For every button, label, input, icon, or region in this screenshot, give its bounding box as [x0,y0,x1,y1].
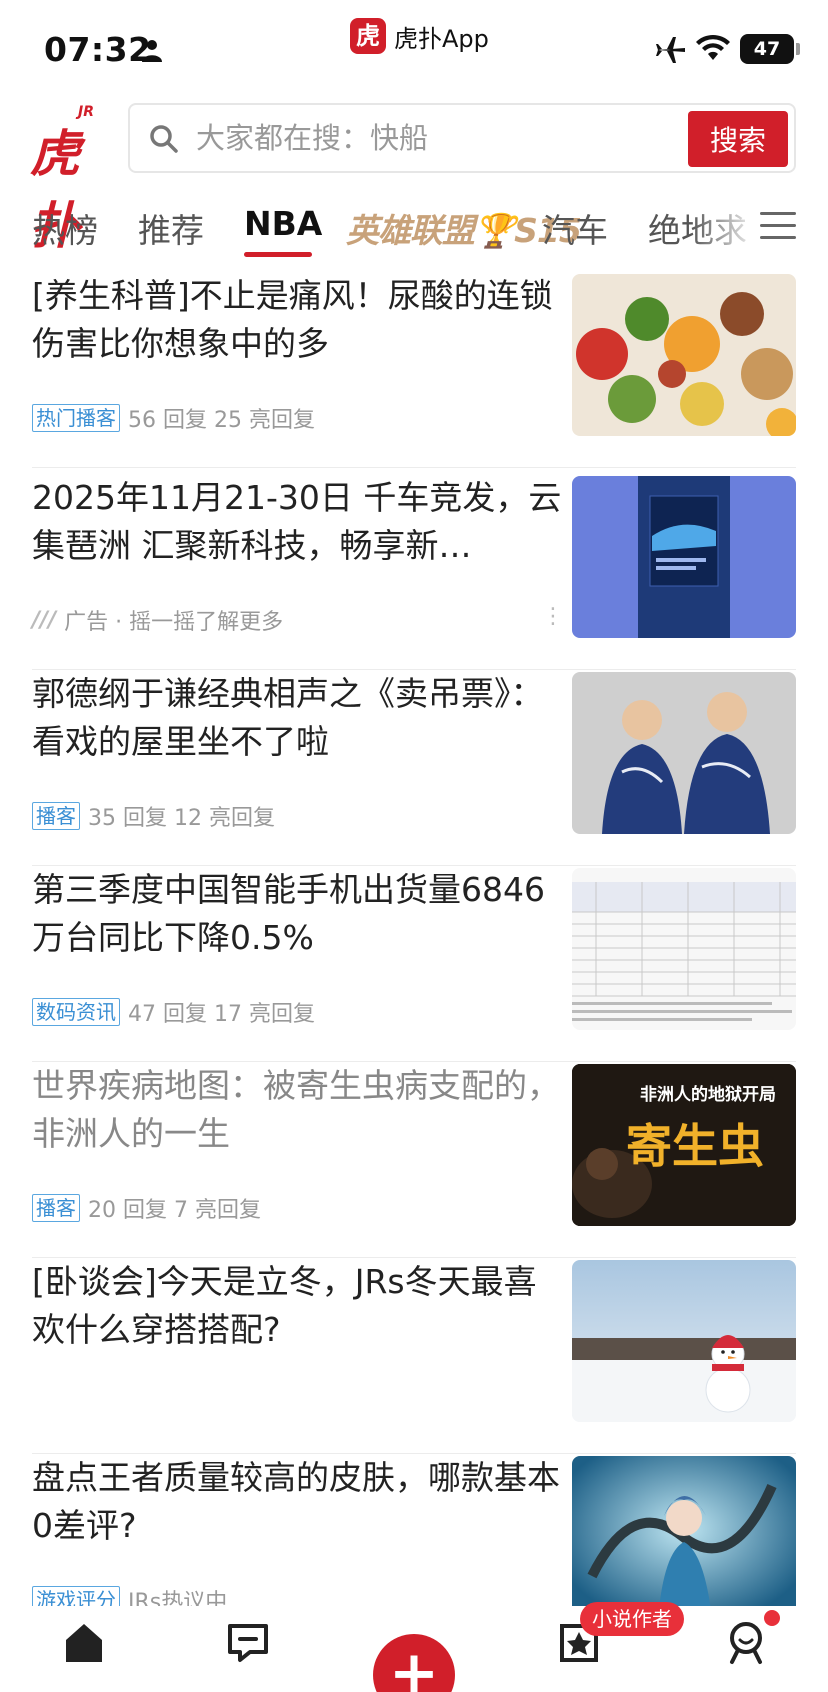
hupu-logo[interactable]: 虎扑 JR [30,104,106,255]
item-thumbnail [572,868,796,1030]
tab-fade [690,196,760,266]
tab-recommend[interactable]: 推荐 [138,204,204,252]
reply-count: 35 回复 [88,806,167,831]
novel-author-badge[interactable]: 小说作者 [580,1602,684,1636]
feed-item[interactable]: [养生科普]不止是痛风！尿酸的连锁伤害比你想象中的多 热门播客 56 回复 25… [32,272,796,468]
item-meta: 数码资讯 47 回复 17 亮回复 [32,996,315,1028]
food-image [572,274,796,436]
notification-dot [764,1610,780,1626]
item-thumbnail [572,1456,796,1618]
item-meta: 播客 35 回复 12 亮回复 [32,800,275,832]
item-title: 第三季度中国智能手机出货量6846万台同比下降0.5% [32,870,545,957]
tab-nba[interactable]: NBA [244,204,322,243]
item-title: [养生科普]不止是痛风！尿酸的连锁伤害比你想象中的多 [32,276,553,363]
item-meta: 热门播客 56 回复 25 亮回复 [32,402,315,434]
post-button[interactable]: + [373,1634,455,1692]
status-time: 07:32 [44,30,152,69]
bright-reply-count: 17 亮回复 [214,1002,315,1027]
item-tag: 热门播客 [32,404,120,432]
app-name: 虎扑App [394,24,489,53]
item-title: 郭德纲于谦经典相声之《卖吊票》：看戏的屋里坐不了啦 [32,674,544,761]
search-box[interactable]: 搜索 [128,103,796,173]
reply-count: 47 回复 [128,1002,207,1027]
airplane-icon [656,37,685,63]
item-thumbnail [572,1260,796,1422]
battery-cap [796,43,800,55]
item-thumbnail: 非洲人的地狱开局 寄生虫 [572,1064,796,1226]
feed-item-ad[interactable]: 2025年11月21-30日 千车竞发，云集琶洲 汇聚新科技，畅享新… /// … [32,474,796,670]
profile-icon[interactable] [722,1618,770,1666]
bright-reply-count: 25 亮回复 [214,408,315,433]
bright-reply-count: 7 亮回复 [174,1198,261,1223]
item-tag: 播客 [32,802,80,830]
item-title: [卧谈会]今天是立冬，JRs冬天最喜欢什么穿搭搭配? [32,1262,537,1349]
ad-label: 广告 · 摇一摇了解更多 [64,610,284,635]
bottom-nav: + 小说作者 [0,1602,828,1692]
menu-icon[interactable] [760,212,796,244]
item-thumbnail [572,274,796,436]
ad-image [572,476,796,638]
app-indicator: 虎 虎扑App [350,18,489,54]
thumb-caption-main: 寄生虫 [626,1119,764,1173]
game-skin-image [572,1456,796,1618]
status-bar: 07:32 虎 虎扑App 47 [0,0,828,96]
channel-tabs: 热榜 推荐 NBA 英雄联盟🏆S15 汽车 绝地求 [0,196,828,266]
search-input[interactable] [196,113,676,163]
search-icon [150,125,178,153]
bright-reply-count: 12 亮回复 [174,806,275,831]
search-button[interactable]: 搜索 [688,111,788,167]
tab-hot[interactable]: 热榜 [32,204,98,252]
reply-count: 56 回复 [128,408,207,433]
wifi-icon [696,34,730,60]
item-title: 世界疾病地图：被寄生虫病支配的，非洲人的一生 [32,1066,560,1153]
performers-image [572,672,796,834]
active-tab-indicator [244,252,312,257]
more-options-icon[interactable]: ⋮ [542,604,564,629]
item-tag: 数码资讯 [32,998,120,1026]
item-thumbnail [572,672,796,834]
item-tag: 播客 [32,1194,80,1222]
item-meta: 播客 20 回复 7 亮回复 [32,1192,261,1224]
tab-car[interactable]: 汽车 [542,204,608,252]
item-title: 盘点王者质量较高的皮肤，哪款基本0差评? [32,1458,560,1545]
ad-meta: /// 广告 · 摇一摇了解更多 [32,604,283,636]
feed-item[interactable]: 郭德纲于谦经典相声之《卖吊票》：看戏的屋里坐不了啦 播客 35 回复 12 亮回… [32,670,796,866]
app-logo-icon: 虎 [350,18,386,54]
thumb-caption-top: 非洲人的地狱开局 [640,1085,776,1105]
battery-indicator: 47 [740,34,794,64]
person-icon [142,40,162,62]
logo-jr: JR [78,104,94,120]
snowman-image [572,1260,796,1422]
reply-count: 20 回复 [88,1198,167,1223]
feed-item[interactable]: [卧谈会]今天是立冬，JRs冬天最喜欢什么穿搭搭配? [32,1258,796,1454]
item-thumbnail [572,476,796,638]
item-title: 2025年11月21-30日 千车竞发，云集琶洲 汇聚新科技，畅享新… [32,478,562,565]
data-table-image [572,868,796,1030]
message-icon[interactable] [224,1618,272,1666]
feed-item[interactable]: 世界疾病地图：被寄生虫病支配的，非洲人的一生 播客 20 回复 7 亮回复 非洲… [32,1062,796,1258]
home-icon[interactable] [60,1618,108,1666]
feed-item[interactable]: 第三季度中国智能手机出货量6846万台同比下降0.5% 数码资讯 47 回复 1… [32,866,796,1062]
ad-icon: /// [32,607,57,633]
